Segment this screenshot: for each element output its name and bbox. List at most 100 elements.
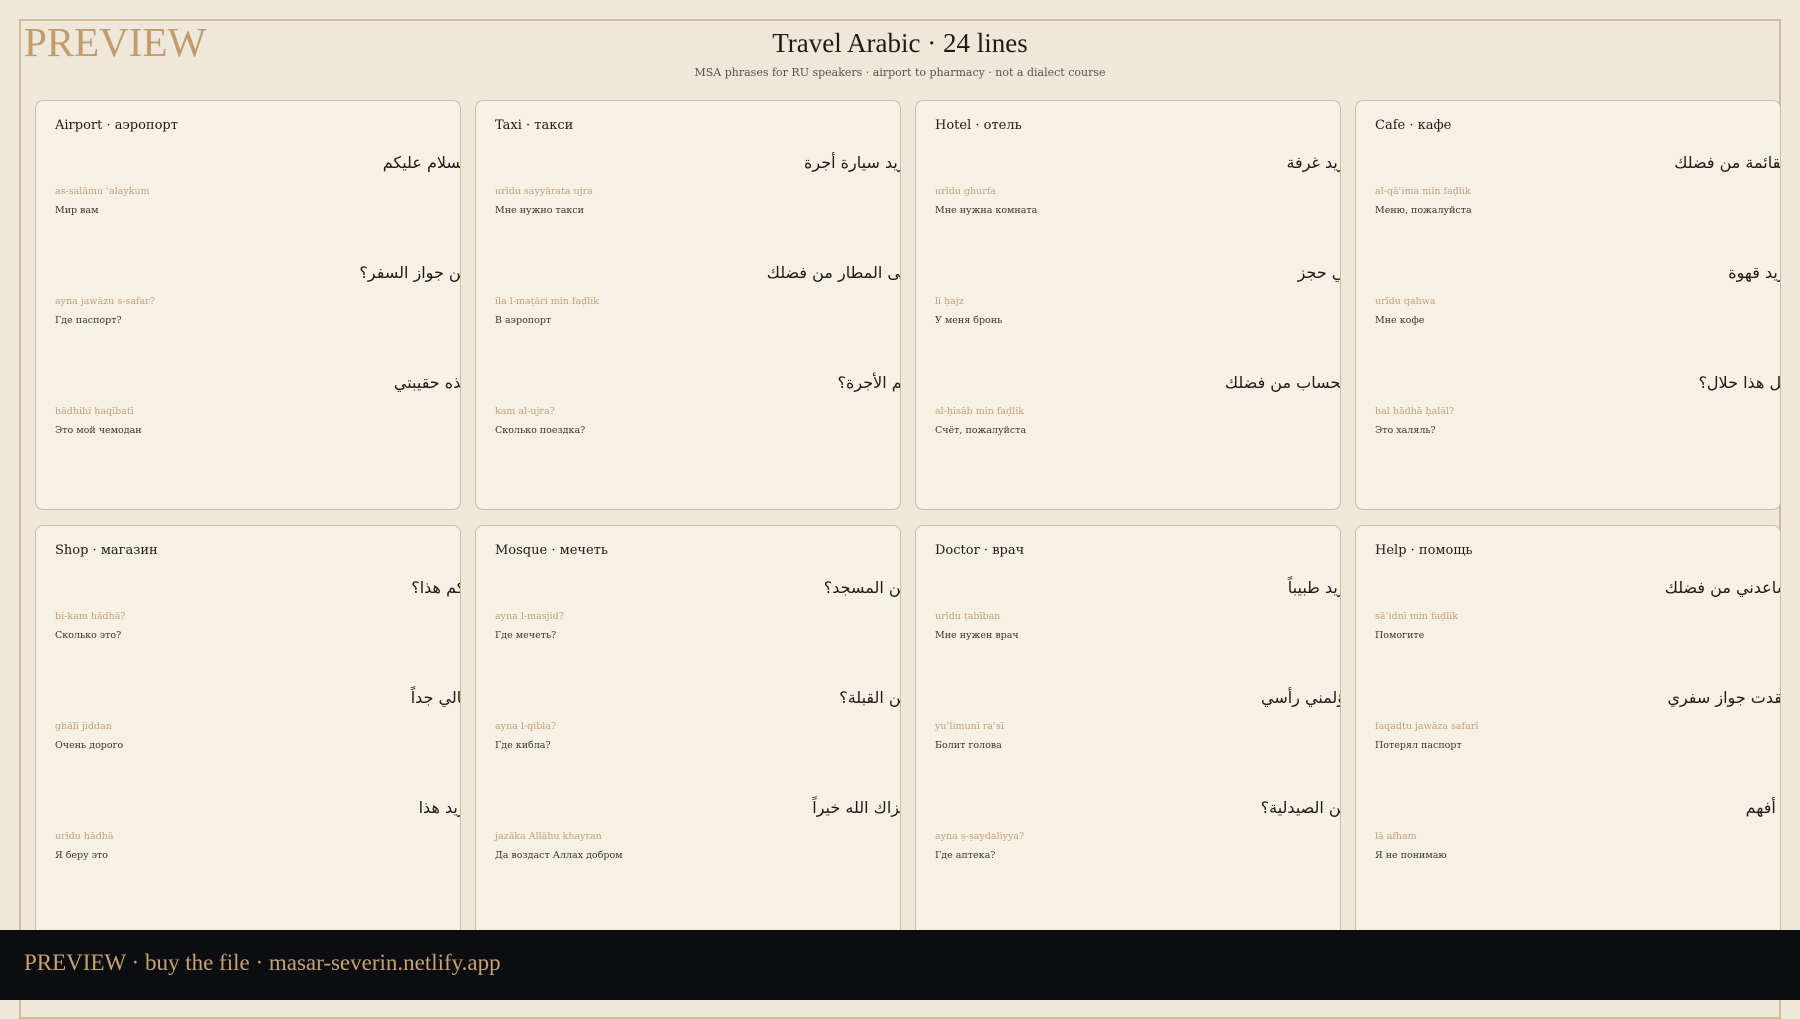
arabic-text: أريد قهوة <box>1728 263 1780 282</box>
russian-translation: Болит голова <box>935 740 1002 751</box>
phrase-card: Taxi · такси أريد سيارة أجرة urīdu sayyāra… <box>475 100 901 510</box>
transliteration-text: as-salāmu ʿalaykum <box>55 186 150 197</box>
card-title: Shop · магазин <box>55 543 158 558</box>
phrase-item: أريد هذا urīdu hādhā Я беру это <box>36 798 460 898</box>
transliteration-text: yuʾlimunī raʾsī <box>935 721 1004 732</box>
transliteration-text: ila l-maṭāri min faḍlik <box>495 296 600 307</box>
phrase-card: Doctor · врач أريد طبيباً urīdu ṭabīban Мне… <box>915 525 1341 945</box>
arabic-text: أريد سيارة أجرة <box>804 153 901 172</box>
transliteration-text: urīdu ghurfa <box>935 186 996 197</box>
russian-translation: Сколько это? <box>55 630 122 641</box>
phrase-item: أين القبلة؟ ayna l-qibla? Где кибла? <box>476 688 900 788</box>
russian-translation: Помогите <box>1375 630 1425 641</box>
russian-translation: В аэропорт <box>495 315 552 326</box>
card-title: Help · помощь <box>1375 543 1473 558</box>
russian-translation: Где мечеть? <box>495 630 557 641</box>
arabic-text: أريد طبيباً <box>1287 578 1340 597</box>
phrase-item: لا أفهم lā afham Я не понимаю <box>1356 798 1780 898</box>
russian-translation: Где кибла? <box>495 740 551 751</box>
russian-translation: Мне нужен врач <box>935 630 1019 641</box>
transliteration-text: ayna jawāzu s-safar? <box>55 296 155 307</box>
transliteration-text: ghālī jiddan <box>55 721 112 732</box>
russian-translation: Мне кофе <box>1375 315 1425 326</box>
phrase-item: أريد سيارة أجرة urīdu sayyārata ujra Мне н… <box>476 153 900 253</box>
russian-translation: Где аптека? <box>935 850 996 861</box>
transliteration-text: urīdu qahwa <box>1375 296 1436 307</box>
phrase-item: أريد قهوة urīdu qahwa Мне кофе <box>1356 263 1780 363</box>
phrase-item: يؤلمني رأسي yuʾlimunī raʾsī Болит голова <box>916 688 1340 788</box>
russian-translation: Мне нужна комната <box>935 205 1038 216</box>
phrase-item: أريد غرفة urīdu ghurfa Мне нужна комната <box>916 153 1340 253</box>
russian-translation: Мир вам <box>55 205 99 216</box>
phrase-item: كم الأجرة؟ kam al-ujra? Сколько поездка? <box>476 373 900 473</box>
phrase-item: أين الصيدلية؟ ayna ṣ-ṣaydaliyya? Где аптек… <box>916 798 1340 898</box>
transliteration-text: kam al-ujra? <box>495 406 555 417</box>
phrase-item: السلام عليكم as-salāmu ʿalaykum Мир вам <box>36 153 460 253</box>
transliteration-text: hal hādhā ḥalāl? <box>1375 406 1455 417</box>
phrase-item: أين جواز السفر؟ ayna jawāzu s-safar? Где п… <box>36 263 460 363</box>
transliteration-text: lī ḥajz <box>935 296 964 307</box>
russian-translation: У меня бронь <box>935 315 1003 326</box>
arabic-text: أين جواز السفر؟ <box>359 263 461 282</box>
transliteration-text: urīdu ṭabīban <box>935 611 1001 622</box>
phrase-item: هل هذا حلال؟ hal hādhā ḥalāl? Это халяль? <box>1356 373 1780 473</box>
arabic-text: كم الأجرة؟ <box>837 373 900 392</box>
page-title: Travel Arabic · 24 lines <box>772 28 1028 58</box>
russian-translation: Где паспорт? <box>55 315 122 326</box>
transliteration-text: al-qāʾima min faḍlik <box>1375 186 1471 197</box>
transliteration-text: ayna l-qibla? <box>495 721 557 732</box>
page-subtitle: MSA phrases for RU speakers · airport to… <box>694 66 1106 79</box>
phrase-item: هذه حقيبتي hādhihi ḥaqībatī Это мой чемода… <box>36 373 460 473</box>
phrase-item: جزاك الله خيراً jazāka Allāhu khayran Да в… <box>476 798 900 898</box>
phrase-card: Help · помощь ساعدني من فضلك sāʿidnī min f… <box>1355 525 1781 945</box>
arabic-text: ساعدني من فضلك <box>1664 578 1781 597</box>
arabic-text: يؤلمني رأسي <box>1260 688 1340 707</box>
phrase-card: Airport · аэропорт السلام عليكم as-salāmu … <box>35 100 461 510</box>
phrase-item: لي حجز lī ḥajz У меня бронь <box>916 263 1340 363</box>
arabic-text: أريد غرفة <box>1286 153 1340 172</box>
transliteration-text: lā afham <box>1375 831 1417 842</box>
phrase-item: أين المسجد؟ ayna l-masjid? Где мечеть? <box>476 578 900 678</box>
phrase-item: غالي جداً ghālī jiddan Очень дорого <box>36 688 460 788</box>
transliteration-text: hādhihi ḥaqībatī <box>55 406 134 417</box>
russian-translation: Да воздаст Аллах добром <box>495 850 623 861</box>
transliteration-text: faqadtu jawāza safarī <box>1375 721 1479 732</box>
card-title: Taxi · такси <box>495 118 574 133</box>
transliteration-text: sāʿidnī min faḍlik <box>1375 611 1459 622</box>
arabic-text: بكم هذا؟ <box>411 578 460 597</box>
arabic-text: جزاك الله خيراً <box>812 798 901 817</box>
arabic-text: لي حجز <box>1297 263 1340 282</box>
card-title: Cafe · кафе <box>1375 118 1452 133</box>
phrase-item: القائمة من فضلك al-qāʾima min faḍlik Меню,… <box>1356 153 1780 253</box>
arabic-text: القائمة من فضلك <box>1674 153 1781 172</box>
phrase-item: أريد طبيباً urīdu ṭabīban Мне нужен врач <box>916 578 1340 678</box>
arabic-text: أين القبلة؟ <box>839 688 901 707</box>
russian-translation: Я не понимаю <box>1375 850 1447 861</box>
russian-translation: Счёт, пожалуйста <box>935 425 1027 436</box>
russian-translation: Я беру это <box>55 850 109 861</box>
card-title: Airport · аэропорт <box>55 118 178 133</box>
phrase-item: بكم هذا؟ bi-kam hādhā? Сколько это? <box>36 578 460 678</box>
phrase-item: ساعدني من فضلك sāʿidnī min faḍlik Помогите <box>1356 578 1780 678</box>
arabic-text: إلى المطار من فضلك <box>766 263 901 282</box>
phrase-card: Shop · магазин بكم هذا؟ bi-kam hādhā? Сколь… <box>35 525 461 945</box>
transliteration-text: ayna l-masjid? <box>495 611 564 622</box>
russian-translation: Сколько поездка? <box>495 425 586 436</box>
arabic-text: أين المسجد؟ <box>823 578 901 597</box>
phrase-card: Hotel · отель أريد غرفة urīdu ghurfa Мне ну… <box>915 100 1341 510</box>
transliteration-text: jazāka Allāhu khayran <box>495 831 602 842</box>
transliteration-text: urīdu hādhā <box>55 831 114 842</box>
card-title: Hotel · отель <box>935 118 1022 133</box>
russian-translation: Меню, пожалуйста <box>1375 205 1472 216</box>
arabic-text: أين الصيدلية؟ <box>1260 798 1341 817</box>
russian-translation: Мне нужно такси <box>495 205 584 216</box>
card-title: Mosque · мечеть <box>495 543 608 558</box>
phrase-item: فقدت جواز سفري faqadtu jawāza safarī Потер… <box>1356 688 1780 788</box>
russian-translation: Потерял паспорт <box>1375 740 1462 751</box>
arabic-text: فقدت جواز سفري <box>1667 688 1781 707</box>
transliteration-text: ayna ṣ-ṣaydaliyya? <box>935 831 1025 842</box>
russian-translation: Очень дорого <box>55 740 124 751</box>
phrase-card: Mosque · мечеть أين المسجد؟ ayna l-masjid?… <box>475 525 901 945</box>
footer-text: PREVIEW · buy the file · masar-severin.n… <box>24 950 501 975</box>
arabic-text: الحساب من فضلك <box>1224 373 1341 392</box>
